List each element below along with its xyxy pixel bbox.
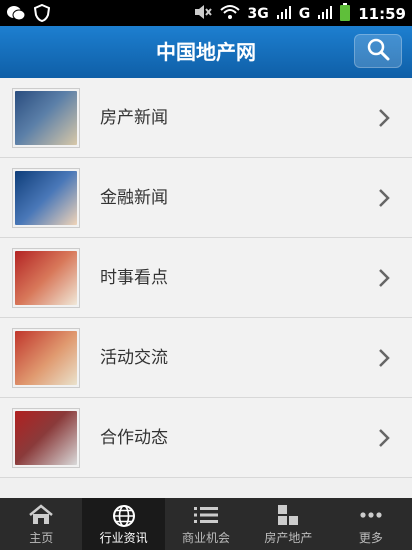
tab-label: 主页 [29, 531, 54, 545]
network-3g-indicator: 3G [247, 6, 269, 22]
tab-label: 更多 [358, 531, 383, 545]
list-icon [165, 504, 247, 526]
chevron-right-icon [378, 428, 390, 448]
thumbnail-image [12, 88, 80, 148]
list-item-label: 房产新闻 [100, 108, 168, 128]
more-icon [330, 504, 412, 526]
app-header: 中国地产网 [0, 26, 412, 78]
clock: 11:59 [358, 5, 406, 23]
thumbnail-image [12, 168, 80, 228]
globe-icon [82, 504, 164, 528]
chevron-right-icon [378, 348, 390, 368]
network-g-indicator: G [298, 6, 311, 22]
list-item[interactable]: 合作动态 [0, 398, 412, 478]
wechat-icon [6, 4, 26, 26]
thumbnail-image [12, 328, 80, 388]
wifi-icon [219, 4, 240, 24]
chevron-right-icon [378, 108, 390, 128]
list-item[interactable]: 时事看点 [0, 238, 412, 318]
tab-label: 商业机会 [182, 531, 231, 545]
chevron-right-icon [378, 268, 390, 288]
signal-icon [276, 5, 291, 23]
mute-icon [194, 4, 212, 24]
signal-icon [318, 5, 333, 23]
thumbnail-image [12, 248, 80, 308]
list-item[interactable]: 房产新闻 [0, 78, 412, 158]
category-list: 房产新闻 金融新闻 时事看点 活动交流 合作动态 [0, 78, 412, 478]
thumbnail-image [12, 408, 80, 468]
tab-home[interactable]: 主页 [0, 498, 82, 550]
tab-industry-news[interactable]: 行业资讯 [82, 498, 165, 550]
tab-real-estate[interactable]: 房产地产 [247, 498, 329, 550]
list-item-label: 时事看点 [100, 268, 168, 288]
list-item-label: 合作动态 [100, 428, 168, 448]
battery-icon [340, 3, 351, 25]
page-title: 中国地产网 [156, 40, 256, 64]
list-item[interactable]: 金融新闻 [0, 158, 412, 238]
bottom-tab-bar: 主页 行业资讯 商业机会 房产地产 更多 [0, 498, 412, 550]
status-bar: 3G G 11:59 [0, 0, 412, 26]
tab-label: 行业资讯 [99, 531, 148, 545]
search-icon [366, 37, 390, 65]
grid-icon [247, 504, 329, 526]
tab-label: 房产地产 [264, 531, 313, 545]
shield-icon [33, 3, 51, 26]
search-button[interactable] [354, 34, 402, 68]
list-item[interactable]: 活动交流 [0, 318, 412, 398]
home-icon [0, 504, 82, 526]
tab-more[interactable]: 更多 [330, 498, 412, 550]
list-item-label: 金融新闻 [100, 188, 168, 208]
list-item-label: 活动交流 [100, 348, 168, 368]
chevron-right-icon [378, 188, 390, 208]
tab-business-opportunities[interactable]: 商业机会 [165, 498, 247, 550]
